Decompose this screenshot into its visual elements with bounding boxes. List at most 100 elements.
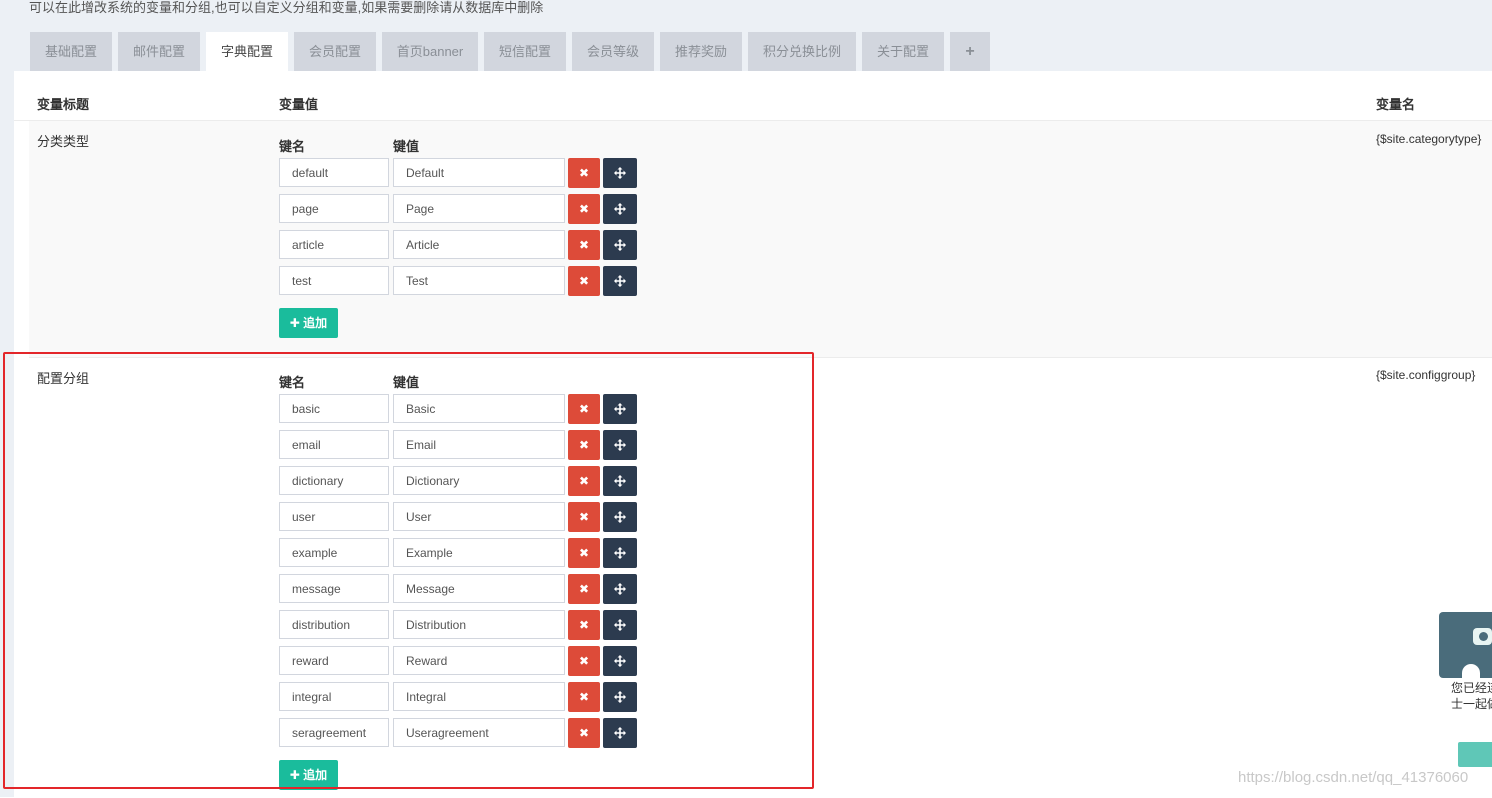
move-icon <box>614 727 626 739</box>
delete-row-button[interactable]: ✖ <box>568 158 600 188</box>
drag-handle-button[interactable] <box>603 466 637 496</box>
tab-banner[interactable]: 首页banner <box>382 32 478 71</box>
drag-handle-button[interactable] <box>603 230 637 260</box>
header-area: 可以在此增改系统的变量和分组,也可以自定义分组和变量,如果需要删除请从数据库中删… <box>14 0 1492 72</box>
drag-handle-button[interactable] <box>603 538 637 568</box>
value-input[interactable] <box>393 718 565 747</box>
delete-row-button[interactable]: ✖ <box>568 230 600 260</box>
value-input[interactable] <box>393 646 565 675</box>
tab-sms[interactable]: 短信配置 <box>484 32 566 71</box>
var-title-categorytype: 分类类型 <box>37 134 90 149</box>
drag-handle-button[interactable] <box>603 682 637 712</box>
kv-key-header: 键名 <box>279 139 306 154</box>
key-input[interactable] <box>279 158 389 187</box>
kv-value-header: 键值 <box>393 139 420 154</box>
drag-handle-button[interactable] <box>603 394 637 424</box>
value-input[interactable] <box>393 158 565 187</box>
move-icon <box>614 203 626 215</box>
tab-reward[interactable]: 推荐奖励 <box>660 32 742 71</box>
drag-handle-button[interactable] <box>603 430 637 460</box>
drag-handle-button[interactable] <box>603 718 637 748</box>
key-input[interactable] <box>279 430 389 459</box>
move-icon <box>614 167 626 179</box>
key-input[interactable] <box>279 646 389 675</box>
value-input[interactable] <box>393 394 565 423</box>
delete-row-button[interactable]: ✖ <box>568 266 600 296</box>
value-input[interactable] <box>393 194 565 223</box>
key-input[interactable] <box>279 266 389 295</box>
delete-row-button[interactable]: ✖ <box>568 538 600 568</box>
tab-basic[interactable]: 基础配置 <box>30 32 112 71</box>
tab-dictionary[interactable]: 字典配置 <box>206 32 288 72</box>
drag-handle-button[interactable] <box>603 158 637 188</box>
key-input[interactable] <box>279 538 389 567</box>
add-tab-button[interactable]: + <box>950 32 990 71</box>
delete-row-button[interactable]: ✖ <box>568 430 600 460</box>
delete-row-button[interactable]: ✖ <box>568 394 600 424</box>
move-icon <box>614 691 626 703</box>
key-input[interactable] <box>279 194 389 223</box>
move-icon <box>614 511 626 523</box>
add-row-button[interactable]: ✚ 追加 <box>279 760 338 790</box>
key-input[interactable] <box>279 718 389 747</box>
tab-about[interactable]: 关于配置 <box>862 32 944 71</box>
float-widget-line2: 士一起做 <box>1451 697 1492 711</box>
value-input[interactable] <box>393 610 565 639</box>
move-icon <box>614 619 626 631</box>
tab-email[interactable]: 邮件配置 <box>118 32 200 71</box>
float-widget-line1: 您已经连 <box>1451 681 1492 695</box>
move-icon <box>614 475 626 487</box>
value-input[interactable] <box>393 538 565 567</box>
move-icon <box>614 547 626 559</box>
tab-integral[interactable]: 积分兑换比例 <box>748 32 856 71</box>
key-input[interactable] <box>279 574 389 603</box>
row-configgroup <box>29 357 1492 798</box>
var-title-configgroup: 配置分组 <box>37 371 90 386</box>
delete-row-button[interactable]: ✖ <box>568 718 600 748</box>
var-name-categorytype: {$site.categorytype} <box>1376 132 1482 146</box>
drag-handle-button[interactable] <box>603 646 637 676</box>
header-value: 变量值 <box>279 97 319 112</box>
value-input[interactable] <box>393 430 565 459</box>
value-input[interactable] <box>393 502 565 531</box>
header-name: 变量名 <box>1376 97 1416 112</box>
float-action-button[interactable] <box>1458 742 1492 767</box>
move-icon <box>614 439 626 451</box>
value-input[interactable] <box>393 466 565 495</box>
value-input[interactable] <box>393 230 565 259</box>
delete-row-button[interactable]: ✖ <box>568 194 600 224</box>
delete-row-button[interactable]: ✖ <box>568 466 600 496</box>
delete-row-button[interactable]: ✖ <box>568 646 600 676</box>
add-row-button[interactable]: ✚ 追加 <box>279 308 338 338</box>
value-input[interactable] <box>393 682 565 711</box>
delete-row-button[interactable]: ✖ <box>568 682 600 712</box>
delete-row-button[interactable]: ✖ <box>568 610 600 640</box>
drag-handle-button[interactable] <box>603 610 637 640</box>
row-categorytype <box>29 121 1492 357</box>
float-widget-text: 您已经连 士一起做 <box>1451 680 1492 712</box>
move-icon <box>614 239 626 251</box>
table-header: 变量标题 变量值 变量名 <box>14 71 1492 121</box>
drag-handle-button[interactable] <box>603 574 637 604</box>
key-input[interactable] <box>279 682 389 711</box>
value-input[interactable] <box>393 574 565 603</box>
key-input[interactable] <box>279 394 389 423</box>
kv-key-header: 键名 <box>279 375 306 390</box>
watermark: https://blog.csdn.net/qq_41376060 <box>1238 769 1469 786</box>
float-widget-notch <box>1462 664 1480 678</box>
delete-row-button[interactable]: ✖ <box>568 574 600 604</box>
var-name-configgroup: {$site.configgroup} <box>1376 368 1476 382</box>
move-icon <box>614 583 626 595</box>
drag-handle-button[interactable] <box>603 266 637 296</box>
value-input[interactable] <box>393 266 565 295</box>
key-input[interactable] <box>279 502 389 531</box>
key-input[interactable] <box>279 466 389 495</box>
move-icon <box>614 403 626 415</box>
key-input[interactable] <box>279 230 389 259</box>
drag-handle-button[interactable] <box>603 502 637 532</box>
drag-handle-button[interactable] <box>603 194 637 224</box>
delete-row-button[interactable]: ✖ <box>568 502 600 532</box>
tab-level[interactable]: 会员等级 <box>572 32 654 71</box>
tab-user[interactable]: 会员配置 <box>294 32 376 71</box>
key-input[interactable] <box>279 610 389 639</box>
